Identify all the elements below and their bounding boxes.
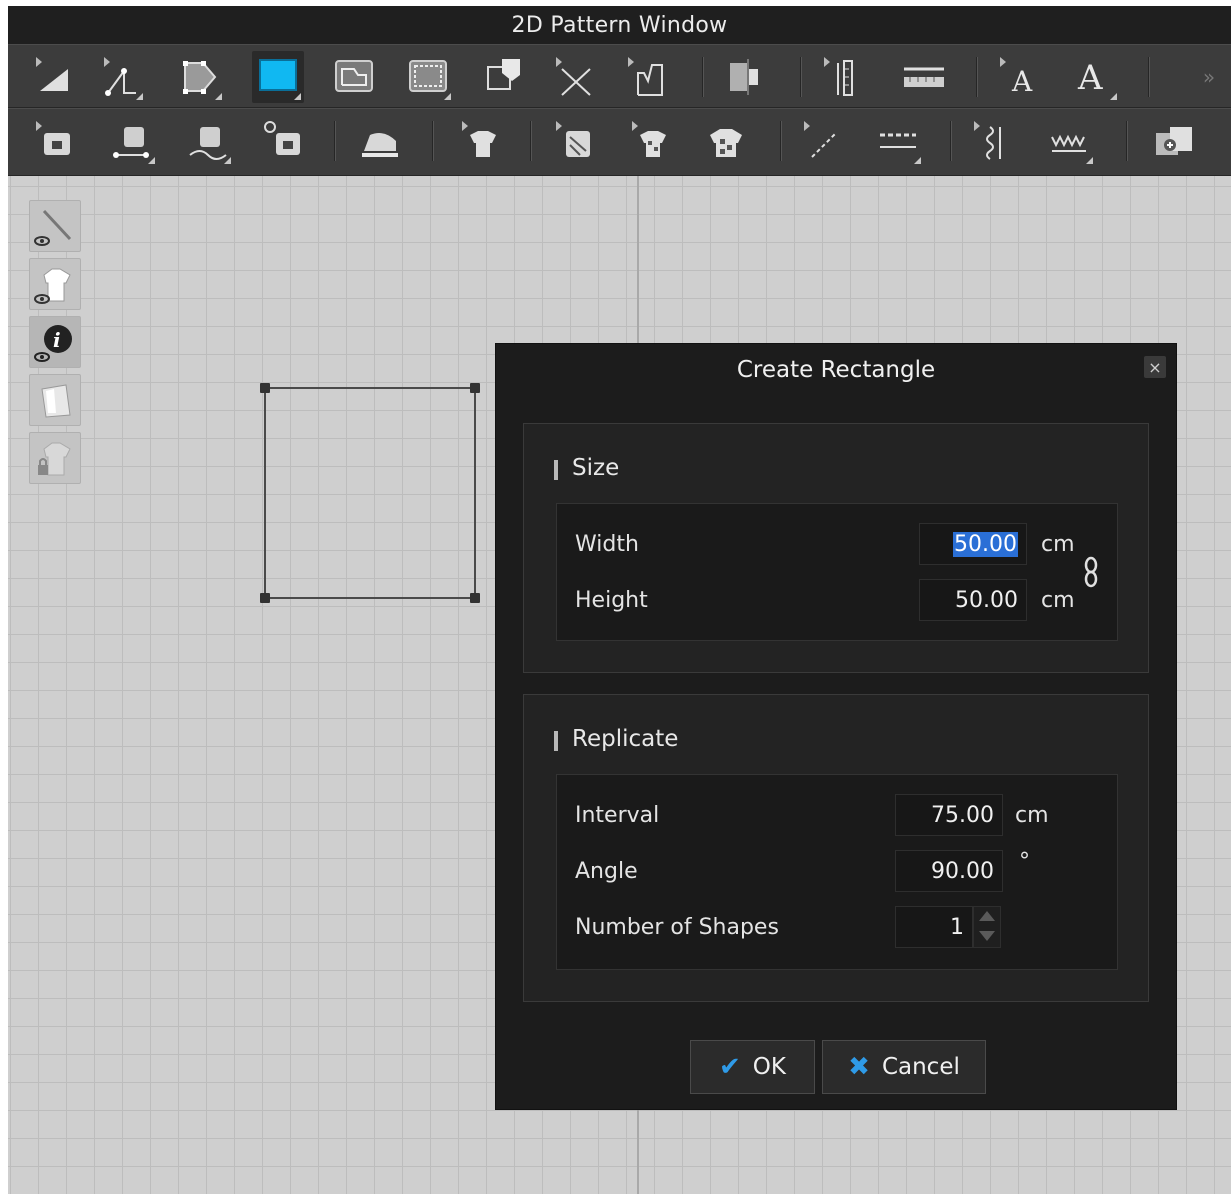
edit-pattern-icon[interactable]: [26, 51, 78, 103]
window-title: 2D Pattern Window: [8, 6, 1231, 44]
replicate-section-title: Replicate: [572, 726, 679, 752]
height-label: Height: [575, 588, 648, 613]
width-label: Width: [575, 532, 639, 557]
checkmark-icon: ✔: [719, 1052, 741, 1082]
angle-field[interactable]: 90.00: [895, 850, 1003, 892]
text-icon[interactable]: A: [992, 51, 1044, 103]
ok-label: OK: [752, 1054, 786, 1080]
elastic-icon[interactable]: [966, 115, 1018, 167]
height-field[interactable]: 50.00: [919, 579, 1027, 621]
dialog-title: Create Rectangle: [736, 357, 936, 383]
fold-arrangement-icon[interactable]: [720, 51, 772, 103]
shape-count-field[interactable]: 1: [895, 906, 973, 948]
pattern-window: 2D Pattern Window A A » i Create Rectang…: [8, 6, 1231, 1194]
transform-pattern-icon[interactable]: [173, 51, 225, 103]
rectangle-icon[interactable]: [252, 51, 304, 103]
shape-count-stepper[interactable]: [973, 906, 1001, 948]
fabric-assign-icon[interactable]: [700, 115, 752, 167]
segment-sewing-icon[interactable]: [106, 115, 158, 167]
pattern-sheet-icon[interactable]: [29, 374, 81, 426]
select-mesh-icon[interactable]: [454, 115, 506, 167]
tape-measure-icon[interactable]: [898, 51, 950, 103]
interval-field[interactable]: 75.00: [895, 794, 1003, 836]
sewing-icon[interactable]: [28, 115, 80, 167]
check-sewing-icon[interactable]: [258, 115, 310, 167]
fabric-icon[interactable]: [624, 115, 676, 167]
size-fields: Width 50.00 cm Height 50.00 cm: [556, 503, 1118, 641]
segment-icon[interactable]: [548, 51, 600, 103]
corner-handle[interactable]: [470, 593, 480, 603]
ruler-icon[interactable]: [816, 51, 868, 103]
texture-edit-icon[interactable]: [548, 115, 600, 167]
topstitch-icon[interactable]: [872, 115, 924, 167]
width-value: 50.00: [953, 531, 1018, 557]
show-info-icon[interactable]: i: [29, 316, 81, 368]
toolbar-top: A A »: [8, 44, 1231, 108]
trace-icon[interactable]: [478, 51, 530, 103]
toolbar-bottom: [8, 108, 1231, 176]
svg-text:i: i: [53, 328, 61, 352]
stepper-down-icon[interactable]: [979, 931, 995, 941]
ok-button[interactable]: ✔ OK: [690, 1040, 815, 1094]
edit-point-icon[interactable]: [94, 51, 146, 103]
chain-link-icon[interactable]: [1081, 554, 1101, 590]
angle-unit: °: [1019, 849, 1030, 874]
corner-handle[interactable]: [260, 593, 270, 603]
size-section-title: Size: [572, 455, 620, 481]
rectangle-shape[interactable]: [260, 383, 480, 603]
interval-unit: cm: [1015, 803, 1049, 828]
angle-label: Angle: [575, 859, 638, 884]
cancel-button[interactable]: ✖ Cancel: [822, 1040, 986, 1094]
corner-handle[interactable]: [470, 383, 480, 393]
add-pattern-icon[interactable]: [1148, 115, 1200, 167]
free-sewing-icon[interactable]: [182, 115, 234, 167]
size-group: Size Width 50.00 cm Height 50.00 cm: [523, 423, 1149, 673]
text-style-icon[interactable]: A: [1068, 51, 1120, 103]
section-marker: [554, 731, 558, 751]
height-unit: cm: [1041, 588, 1075, 613]
zigzag-icon[interactable]: [1044, 115, 1096, 167]
replicate-fields: Interval 75.00 cm Angle 90.00 ° Number o…: [556, 774, 1118, 970]
create-rectangle-dialog: Create Rectangle × Size Width 50.00 cm H…: [495, 343, 1177, 1110]
svg-text:A: A: [1011, 65, 1033, 98]
replicate-group: Replicate Interval 75.00 cm Angle 90.00 …: [523, 694, 1149, 1002]
interval-label: Interval: [575, 803, 660, 828]
iron-icon[interactable]: [354, 115, 406, 167]
cancel-label: Cancel: [881, 1054, 960, 1080]
internal-rectangle-icon[interactable]: [402, 51, 454, 103]
more-tools-icon[interactable]: »: [1194, 51, 1224, 103]
stepper-up-icon[interactable]: [979, 911, 995, 921]
width-unit: cm: [1041, 532, 1075, 557]
dart-icon[interactable]: [620, 51, 672, 103]
show-pattern-icon[interactable]: [29, 200, 81, 252]
polygon-icon[interactable]: [328, 51, 380, 103]
show-garment-icon[interactable]: [29, 258, 81, 310]
width-field[interactable]: 50.00: [919, 523, 1027, 565]
cross-icon: ✖: [848, 1052, 870, 1082]
section-marker: [554, 460, 558, 480]
shape-count-label: Number of Shapes: [575, 915, 779, 940]
close-button[interactable]: ×: [1144, 356, 1166, 378]
corner-handle[interactable]: [260, 383, 270, 393]
line-icon[interactable]: [796, 115, 848, 167]
svg-text:A: A: [1077, 58, 1103, 98]
lock-garment-icon[interactable]: [29, 432, 81, 484]
